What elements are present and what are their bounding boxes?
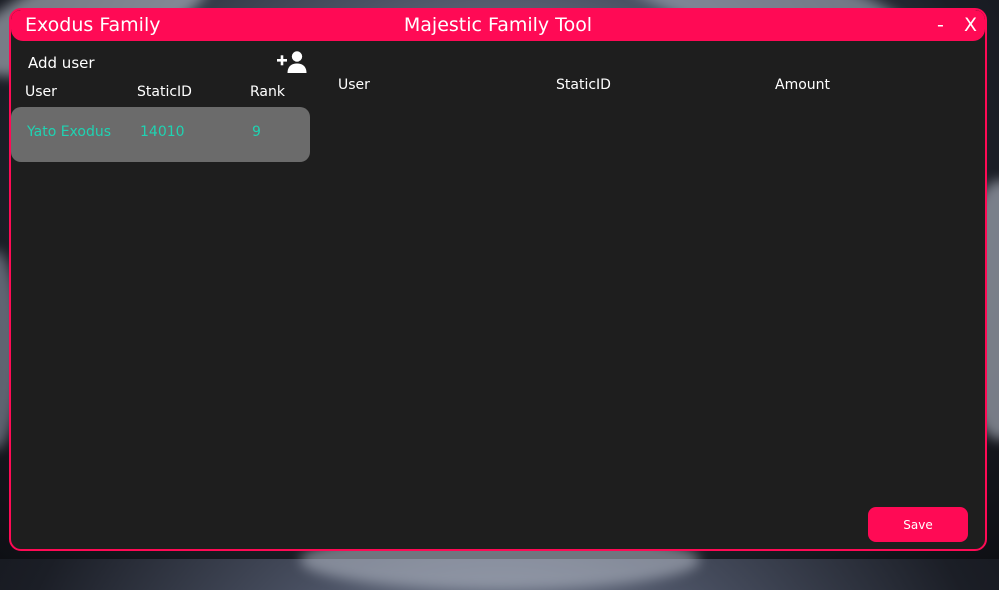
family-name: Exodus Family [25,14,161,36]
app-window: Exodus Family Majestic Family Tool - X A… [9,8,987,551]
user-static-id: 14010 [140,124,185,140]
column-header-rank: Rank [250,84,285,100]
save-button[interactable]: Save [868,507,968,542]
minimize-button[interactable]: - [937,12,944,38]
close-button[interactable]: X [964,12,977,38]
title-bar[interactable]: Exodus Family Majestic Family Tool - X [11,10,985,41]
add-user-label[interactable]: Add user [28,54,95,72]
column-header-user: User [25,84,57,100]
column-header-staticid: StaticID [137,84,192,100]
column-header-staticid: StaticID [556,77,611,93]
user-row[interactable]: Yato Exodus 14010 9 [11,107,310,162]
column-header-user: User [338,77,370,93]
user-name: Yato Exodus [27,124,112,140]
column-header-amount: Amount [775,77,831,93]
user-rank: 9 [252,124,261,140]
person-add-icon[interactable] [277,50,307,74]
